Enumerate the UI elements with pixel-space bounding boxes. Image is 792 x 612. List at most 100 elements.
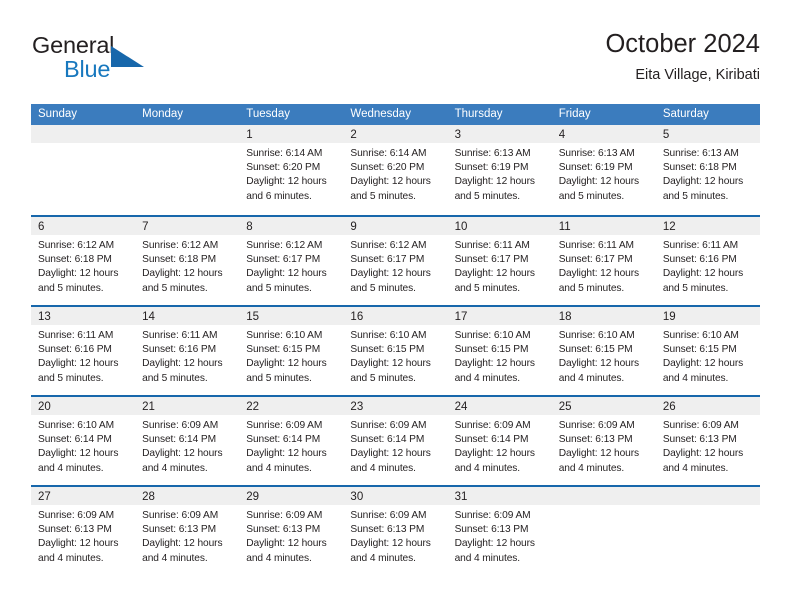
day-number: 11 [558,221,571,233]
day-number: 13 [38,311,51,323]
day-details: Sunrise: 6:09 AM Sunset: 6:13 PM Daylight:… [552,415,656,476]
day-detail-line: Sunset: 6:16 PM [142,344,216,356]
calendar-day-cell[interactable]: 16 Sunrise: 6:10 AM Sunset: 6:15 PM Dayligh… [343,307,448,395]
calendar-day-cell[interactable]: 15 Sunrise: 6:10 AM Sunset: 6:15 PM Dayligh… [239,307,344,395]
day-number: 1 [246,129,253,141]
day-detail-line: Sunrise: 6:10 AM [662,330,739,341]
calendar-day-cell[interactable]: 9 Sunrise: 6:12 AM Sunset: 6:17 PM Daylight… [343,217,448,305]
day-detail-line: Sunset: 6:15 PM [662,344,737,356]
calendar-day-cell[interactable]: 22 Sunrise: 6:09 AM Sunset: 6:14 PM Dayligh… [239,397,344,485]
day-number-band: 24 [447,397,552,415]
day-detail-line: and 5 minutes. [558,282,625,294]
day-detail-line: Sunrise: 6:09 AM [142,510,219,521]
day-number: 4 [558,129,566,141]
logo-triangle-icon [111,46,144,67]
day-detail-line: Sunset: 6:17 PM [350,254,425,266]
day-number-band: 28 [135,487,240,505]
calendar-day-cell[interactable]: 3 Sunrise: 6:13 AM Sunset: 6:19 PM Daylight… [447,125,552,215]
calendar-day-cell[interactable]: 12 Sunrise: 6:11 AM Sunset: 6:16 PM Dayligh… [655,217,760,305]
day-details: Sunrise: 6:13 AM Sunset: 6:19 PM Daylight:… [552,143,656,204]
day-detail-line: Daylight: 12 hours [246,268,327,280]
calendar-day-cell[interactable]: 7 Sunrise: 6:12 AM Sunset: 6:18 PM Daylight… [135,217,240,305]
day-detail-line: Daylight: 12 hours [662,268,744,280]
day-details: Sunrise: 6:09 AM Sunset: 6:14 PM Daylight:… [135,415,239,476]
day-number-band: 27 [31,487,136,505]
calendar-day-cell[interactable]: 8 Sunrise: 6:12 AM Sunset: 6:17 PM Daylight… [239,217,344,305]
day-detail-line: Daylight: 12 hours [350,176,431,188]
calendar-week-row: 6 Sunrise: 6:12 AM Sunset: 6:18 PM Daylight… [31,215,760,305]
calendar-day-cell[interactable]: 26 Sunrise: 6:09 AM Sunset: 6:13 PM Dayligh… [655,397,760,485]
calendar-day-cell[interactable]: 20 Sunrise: 6:10 AM Sunset: 6:14 PM Dayligh… [31,397,136,485]
day-detail-line: Daylight: 12 hours [38,268,119,280]
calendar-day-cell[interactable]: 17 Sunrise: 6:10 AM Sunset: 6:15 PM Dayligh… [447,307,552,395]
day-details: Sunrise: 6:14 AM Sunset: 6:20 PM Daylight:… [343,143,447,204]
day-details: Sunrise: 6:12 AM Sunset: 6:18 PM Daylight:… [31,235,135,296]
day-number-band: 15 [239,307,344,325]
calendar-day-cell[interactable]: 4 Sunrise: 6:13 AM Sunset: 6:19 PM Daylight… [551,125,656,215]
day-number: 7 [142,221,149,233]
calendar-day-cell[interactable]: 14 Sunrise: 6:11 AM Sunset: 6:16 PM Dayligh… [135,307,240,395]
day-details: Sunrise: 6:11 AM Sunset: 6:17 PM Daylight:… [448,235,552,296]
calendar-day-cell[interactable]: 27 Sunrise: 6:09 AM Sunset: 6:13 PM Dayligh… [31,487,136,575]
calendar-day-cell[interactable]: 23 Sunrise: 6:09 AM Sunset: 6:14 PM Dayligh… [343,397,448,485]
day-detail-line: Sunrise: 6:14 AM [246,148,323,159]
day-detail-line: Sunset: 6:13 PM [142,524,216,536]
day-detail-line: Sunset: 6:16 PM [38,344,112,356]
page-title: October 2024 [605,30,760,58]
day-number: 6 [38,221,45,233]
day-detail-line: Sunrise: 6:09 AM [246,420,323,431]
calendar-day-cell[interactable]: 5 Sunrise: 6:13 AM Sunset: 6:18 PM Daylight… [655,125,760,215]
day-detail-line: Sunset: 6:14 PM [454,434,529,446]
calendar-day-cell[interactable]: 11 Sunrise: 6:11 AM Sunset: 6:17 PM Dayligh… [551,217,656,305]
day-number: 24 [454,401,468,413]
day-number: 9 [350,221,357,233]
day-detail-line: Sunrise: 6:11 AM [454,240,530,251]
day-number: 28 [142,491,155,503]
calendar-day-cell[interactable]: 19 Sunrise: 6:10 AM Sunset: 6:15 PM Dayligh… [655,307,760,395]
calendar-day-cell[interactable]: 6 Sunrise: 6:12 AM Sunset: 6:18 PM Daylight… [31,217,136,305]
calendar-day-cell[interactable]: 2 Sunrise: 6:14 AM Sunset: 6:20 PM Daylight… [343,125,448,215]
day-detail-line: Daylight: 12 hours [662,176,744,188]
day-detail-line: Daylight: 12 hours [350,268,431,280]
day-number-band: 1 [239,125,344,143]
day-detail-line: Sunset: 6:20 PM [246,162,321,174]
day-number: 30 [350,491,364,503]
calendar-day-cell[interactable]: 13 Sunrise: 6:11 AM Sunset: 6:16 PM Dayligh… [31,307,136,395]
day-detail-line: Daylight: 12 hours [246,538,327,550]
calendar-day-cell[interactable]: 28 Sunrise: 6:09 AM Sunset: 6:13 PM Dayligh… [135,487,240,575]
day-detail-line: and 5 minutes. [662,282,729,294]
page-subtitle: Eita Village, Kiribati [635,67,760,83]
day-detail-line: Sunset: 6:14 PM [350,434,425,446]
day-details: Sunrise: 6:09 AM Sunset: 6:14 PM Daylight:… [239,415,343,476]
calendar-day-cell[interactable]: 21 Sunrise: 6:09 AM Sunset: 6:14 PM Dayligh… [135,397,240,485]
calendar-day-cell[interactable]: 24 Sunrise: 6:09 AM Sunset: 6:14 PM Dayligh… [447,397,552,485]
calendar-day-cell[interactable]: 10 Sunrise: 6:11 AM Sunset: 6:17 PM Dayligh… [447,217,552,305]
calendar-day-cell[interactable]: 31 Sunrise: 6:09 AM Sunset: 6:13 PM Dayligh… [447,487,552,575]
day-details: Sunrise: 6:14 AM Sunset: 6:20 PM Daylight:… [239,143,343,204]
day-detail-line: Sunset: 6:14 PM [142,434,216,446]
day-detail-line: and 4 minutes. [558,462,625,474]
day-detail-line: Daylight: 12 hours [558,448,640,460]
day-detail-line: and 5 minutes. [246,282,312,294]
day-detail-line: Sunrise: 6:10 AM [246,330,323,341]
day-details [135,143,239,147]
day-detail-line: Sunset: 6:20 PM [350,162,425,174]
calendar-day-cell[interactable]: 18 Sunrise: 6:10 AM Sunset: 6:15 PM Dayligh… [551,307,656,395]
calendar-day-cell[interactable]: 30 Sunrise: 6:09 AM Sunset: 6:13 PM Dayligh… [343,487,448,575]
day-detail-line: Sunrise: 6:13 AM [662,148,739,159]
day-detail-line: and 5 minutes. [142,372,208,384]
day-detail-line: Sunset: 6:13 PM [558,434,633,446]
general-blue-logo[interactable]: General Blue [31,32,241,90]
day-detail-line: and 5 minutes. [454,282,521,294]
day-detail-line: Sunrise: 6:09 AM [350,420,427,431]
day-number-band: 12 [655,217,760,235]
weekday-header-row: Sunday Monday Tuesday Wednesday Thursday Frid… [31,104,760,125]
day-detail-line: Sunset: 6:14 PM [38,434,112,446]
day-number-band [655,487,760,505]
day-detail-line: Daylight: 12 hours [142,268,223,280]
calendar-day-cell[interactable]: 1 Sunrise: 6:14 AM Sunset: 6:20 PM Daylight… [239,125,344,215]
calendar-day-cell[interactable]: 29 Sunrise: 6:09 AM Sunset: 6:13 PM Dayligh… [239,487,344,575]
calendar-day-cell[interactable]: 25 Sunrise: 6:09 AM Sunset: 6:13 PM Dayligh… [551,397,656,485]
day-number-band: 23 [343,397,448,415]
day-detail-line: Sunset: 6:19 PM [558,162,633,174]
